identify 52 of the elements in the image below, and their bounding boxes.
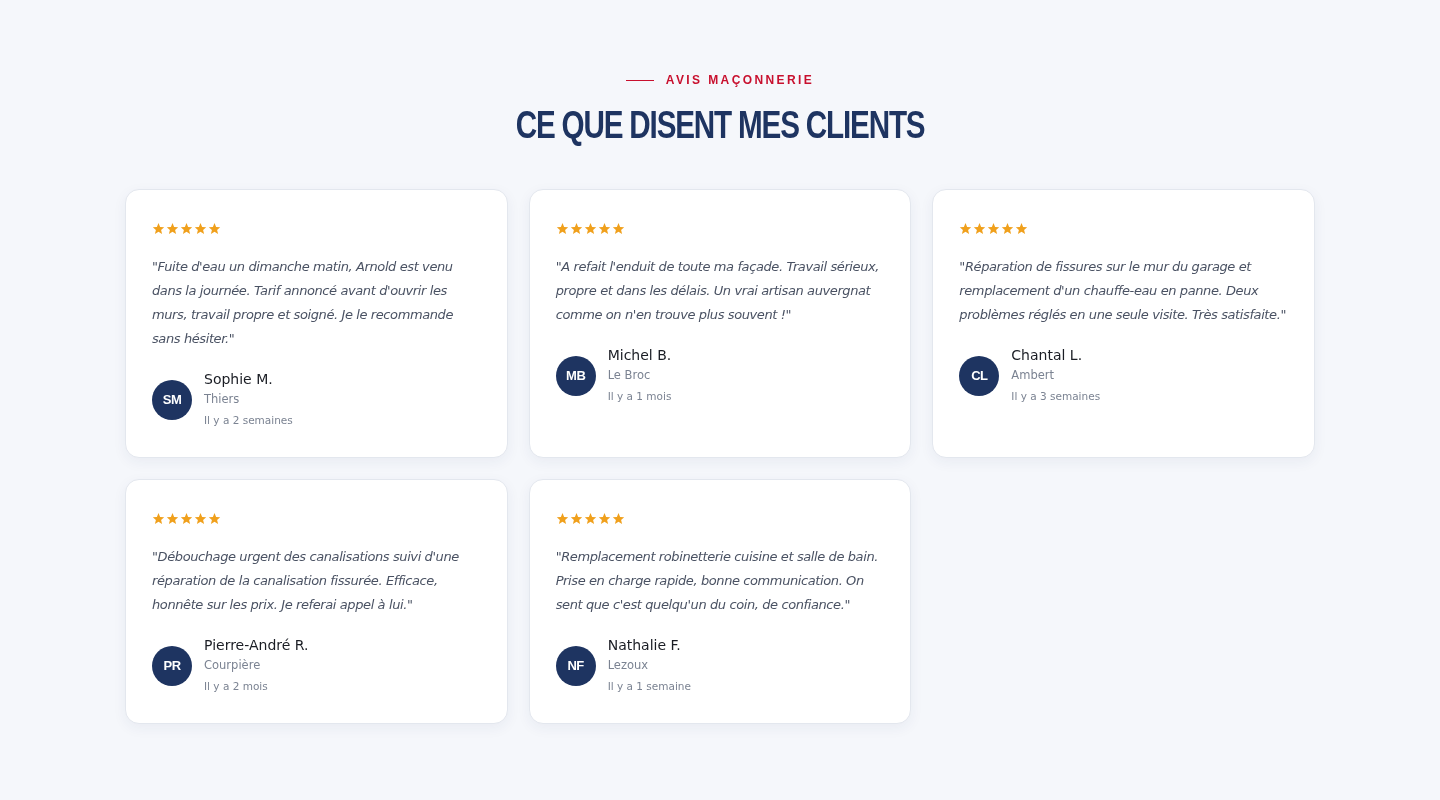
star-icon [1001, 221, 1015, 235]
star-icon [555, 511, 569, 525]
review-date: Il y a 1 mois [607, 388, 672, 404]
star-icon [569, 511, 583, 525]
section-title: CE QUE DISENT MES CLIENTS [515, 105, 925, 147]
author-avatar: PR [152, 645, 192, 686]
review-quote: "Fuite d'eau un dimanche matin, Arnold est venu dans la journée. Tarif annoncé avant d'ouvrir les murs, travail propre et soigné. Je le recommande sans hésiter." [152, 257, 455, 348]
star-icon [180, 221, 193, 235]
review-date: Il y a 1 semaine [607, 678, 691, 694]
author-city: Thiers [204, 390, 241, 408]
author-name: Nathalie F. [607, 635, 682, 655]
star-icon [1015, 221, 1029, 235]
star-icon [194, 221, 207, 235]
star-icon [611, 511, 625, 525]
author-avatar: NF [555, 645, 596, 686]
star-icon [959, 221, 973, 235]
author-city: Ambert [1011, 366, 1055, 384]
star-icon [973, 221, 987, 235]
author-city: Le Broc [607, 366, 652, 384]
star-icon [611, 221, 625, 235]
author-city: Lezoux [607, 656, 650, 674]
star-icon [555, 221, 569, 235]
author-city: Courpière [204, 656, 262, 674]
star-icon [166, 221, 179, 235]
star-icon [208, 221, 221, 235]
review-date: Il y a 2 mois [204, 678, 269, 694]
review-quote: "Réparation de fissures sur le mur du garage et remplacement d'un chauffe-eau en panne. Deux problèmes réglés en une seule visite. Très satisfaite." [959, 257, 1287, 324]
star-icon [597, 221, 611, 235]
author-name: Sophie M. [204, 369, 274, 389]
star-icon [180, 511, 193, 525]
author-avatar: CL [959, 355, 1000, 396]
star-icon [987, 221, 1001, 235]
author-name: Pierre-André R. [204, 635, 309, 655]
star-icon [583, 221, 597, 235]
author-name: Chantal L. [1011, 345, 1084, 365]
author-name: Michel B. [607, 345, 672, 365]
star-icon [194, 511, 207, 525]
star-icon [152, 221, 165, 235]
star-icon [152, 511, 165, 525]
author-avatar: MB [555, 355, 596, 396]
section-eyebrow: AVIS MAÇONNERIE [665, 73, 815, 87]
star-icon [166, 511, 179, 525]
star-icon [597, 511, 611, 525]
star-icon [569, 221, 583, 235]
author-avatar: SM [152, 379, 192, 420]
review-quote: "Remplacement robinetterie cuisine et salle de bain. Prise en charge rapide, bonne communication. On sent que c'est quelqu'un du coin, de confiance." [555, 547, 879, 614]
review-date: Il y a 3 semaines [1011, 388, 1101, 404]
review-date: Il y a 2 semaines [204, 412, 293, 428]
star-icon [583, 511, 597, 525]
star-icon [208, 511, 221, 525]
review-quote: "Débouchage urgent des canalisations suivi d'une réparation de la canalisation fissurée. Efficace, honnête sur les prix. Je referai appel à lui." [152, 547, 460, 614]
review-quote: "A refait l'enduit de toute ma façade. Travail sérieux, propre et dans les délais. Un vrai artisan auvergnat comme on n'en trouve plus souvent !" [555, 257, 881, 324]
